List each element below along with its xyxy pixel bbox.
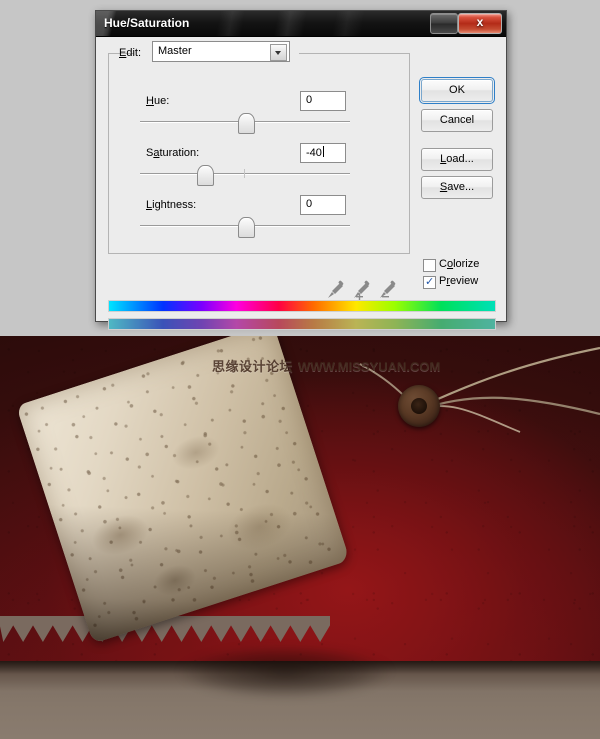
photo-canvas (0, 336, 600, 739)
preview-checkbox[interactable]: ✓ (423, 275, 436, 289)
eyedropper-subtract-icon (380, 280, 396, 298)
eyedropper-sample-icon (328, 280, 344, 298)
saturation-label: Saturation: (146, 147, 199, 159)
saturation-value: -40 (306, 147, 322, 159)
saturation-slider-track[interactable] (140, 173, 350, 175)
hue-label-text: ue: (153, 95, 170, 107)
ok-button-label: OK (449, 84, 465, 96)
lightness-input[interactable]: 0 (300, 195, 346, 215)
preview-label: Preview (439, 275, 478, 287)
lightness-label-text: ightness: (152, 199, 197, 211)
tag-eyelet (398, 385, 440, 427)
saturation-slider-thumb[interactable] (197, 165, 214, 186)
colorize-label: Colorize (439, 258, 479, 270)
screenshot-root: 思缘设计论坛 WWW.MISSYUAN.COM Hue/Saturation x… (0, 0, 600, 739)
tag-drop-shadow (150, 636, 420, 708)
edit-label-text: dit: (126, 47, 142, 59)
spectrum-bar-adjusted (108, 318, 496, 330)
load-button[interactable]: Load... (421, 148, 493, 171)
dialog-titlebar[interactable]: Hue/Saturation x (96, 11, 506, 37)
hue-input[interactable]: 0 (300, 91, 346, 111)
dialog-title: Hue/Saturation (104, 16, 190, 30)
edit-channel-dropdown[interactable]: Master (152, 41, 290, 62)
saturation-label-text: turation: (159, 147, 200, 159)
load-button-label: oad... (446, 153, 474, 165)
spectrum-bar-original (108, 300, 496, 312)
save-button-label: ave... (447, 181, 475, 193)
lightness-label: Lightness: (146, 199, 196, 211)
colorize-label-pre: C (439, 258, 447, 270)
cancel-button-label: Cancel (439, 114, 475, 126)
hue-label-accel: H (146, 95, 154, 107)
cancel-button[interactable]: Cancel (421, 109, 493, 132)
save-button[interactable]: Save... (421, 176, 493, 199)
watermark: 思缘设计论坛 WWW.MISSYUAN.COM (212, 356, 440, 375)
tag-eyelet-hole (411, 398, 427, 414)
edit-channel-value: Master (158, 45, 192, 57)
chevron-down-icon[interactable] (270, 44, 287, 61)
minimize-button[interactable] (430, 13, 458, 34)
dialog-body: Edit: Master Hue: 0 Saturation: -40 Ligh… (96, 37, 506, 330)
hue-slider-thumb[interactable] (238, 113, 255, 134)
saturation-value-wrap: -40 (306, 146, 324, 159)
preview-label-text: eview (450, 275, 479, 287)
window-buttons: x (430, 13, 502, 34)
hue-label: Hue: (146, 95, 169, 107)
text-caret (322, 146, 324, 157)
watermark-url: WWW.MISSYUAN.COM (298, 359, 441, 374)
colorize-label-text: lorize (453, 258, 480, 270)
close-icon: x (476, 15, 484, 29)
edit-label: Edit: (119, 47, 141, 59)
hue-value: 0 (306, 94, 313, 106)
lightness-slider-thumb[interactable] (238, 217, 255, 238)
saturation-input[interactable]: -40 (300, 143, 346, 163)
hue-saturation-dialog: Hue/Saturation x Edit: Master Hue: 0 Sat… (95, 10, 507, 330)
close-button[interactable]: x (458, 13, 502, 34)
eyedropper-toolbar (328, 280, 396, 301)
colorize-checkbox[interactable] (423, 259, 436, 272)
check-icon: ✓ (425, 275, 435, 288)
eyedropper-add-icon (354, 280, 370, 301)
watermark-chinese: 思缘设计论坛 (212, 360, 294, 375)
saturation-slider-midtick (244, 169, 245, 178)
groupbox-top-right-rule (299, 53, 409, 54)
ok-button[interactable]: OK (419, 77, 495, 104)
lightness-value: 0 (306, 198, 313, 210)
